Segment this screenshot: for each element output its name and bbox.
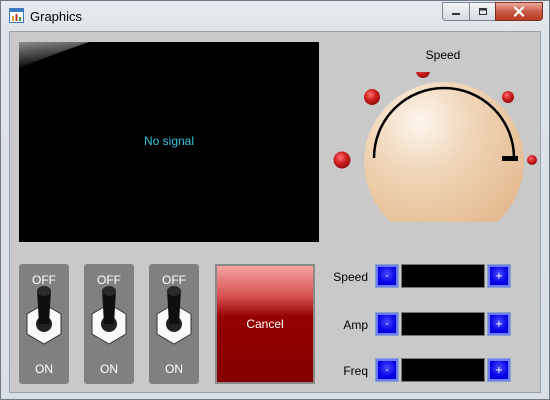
knob-dial[interactable] — [364, 82, 524, 222]
knob-tick-dot — [527, 155, 537, 165]
close-icon — [513, 6, 525, 17]
speed-increment-button[interactable]: + — [487, 264, 511, 288]
amp-decrement-button[interactable]: - — [375, 312, 399, 336]
amp-control-label: Amp — [343, 318, 368, 332]
toggle-switch-1[interactable]: OFF ON — [19, 264, 69, 384]
speed-knob[interactable] — [326, 72, 542, 222]
caption-buttons — [442, 2, 544, 22]
knob-pointer — [502, 156, 518, 161]
minimize-button[interactable] — [442, 2, 469, 21]
knob-tick-dot — [502, 91, 514, 103]
freq-increment-button[interactable]: + — [487, 358, 511, 382]
toggle-lever-icon — [91, 286, 127, 345]
chart-app-icon — [9, 8, 24, 23]
minimize-icon — [452, 12, 460, 15]
amp-increment-button[interactable]: + — [487, 312, 511, 336]
toggle-switch-3[interactable]: OFF ON — [149, 264, 199, 384]
main-panel: No signal Speed OFF ON OFF ON OFF ON Can… — [9, 31, 541, 393]
title-bar[interactable]: Graphics — [1, 1, 549, 31]
maximize-button[interactable] — [469, 2, 495, 21]
display-status-text: No signal — [143, 134, 195, 148]
knob-tick-dot — [333, 151, 351, 169]
cancel-button[interactable]: Cancel — [215, 264, 315, 384]
signal-display: No signal — [19, 42, 319, 242]
close-button[interactable] — [495, 2, 543, 21]
speed-knob-label: Speed — [425, 48, 461, 62]
window-title: Graphics — [30, 9, 83, 24]
toggle-on-label: ON — [100, 362, 118, 376]
toggle-on-label: ON — [35, 362, 53, 376]
knob-tick-dot — [416, 72, 430, 78]
toggle-switch-2[interactable]: OFF ON — [84, 264, 134, 384]
toggle-lever-icon — [156, 286, 192, 345]
maximize-icon — [478, 8, 487, 15]
amp-value-field[interactable] — [401, 312, 485, 336]
freq-control-label: Freq — [343, 364, 368, 378]
knob-tick-dot — [364, 89, 380, 105]
speed-value-field[interactable] — [401, 264, 485, 288]
speed-control-label: Speed — [333, 270, 368, 284]
freq-value-field[interactable] — [401, 358, 485, 382]
toggle-on-label: ON — [165, 362, 183, 376]
graphics-window: Graphics No signal Speed OFF ON OFF ON O… — [0, 0, 550, 400]
freq-decrement-button[interactable]: - — [375, 358, 399, 382]
toggle-lever-icon — [26, 286, 62, 345]
speed-decrement-button[interactable]: - — [375, 264, 399, 288]
